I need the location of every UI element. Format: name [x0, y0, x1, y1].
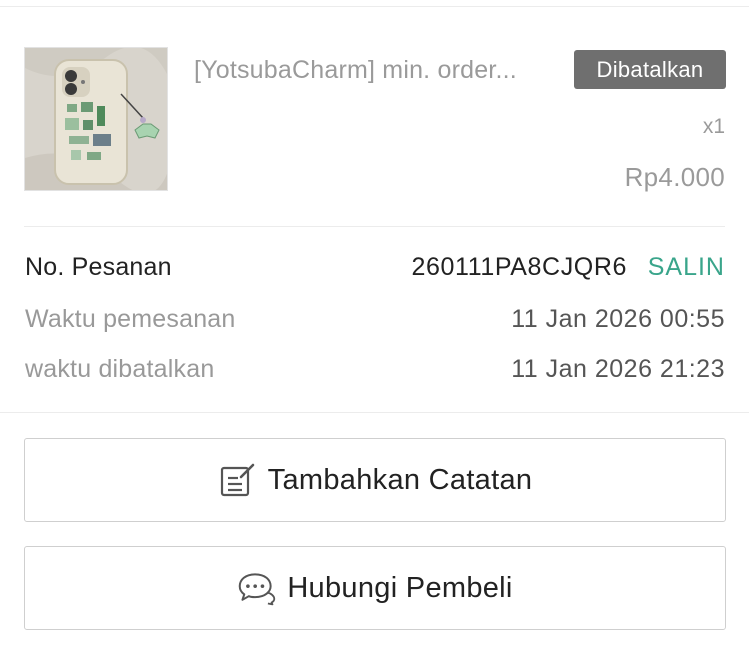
phone-case-image: [25, 48, 167, 190]
note-edit-icon: [218, 460, 258, 500]
order-number-row: No. Pesanan 260111PA8CJQR6 SALIN: [25, 253, 725, 287]
product-quantity: x1: [702, 115, 725, 138]
product-thumbnail[interactable]: [24, 47, 168, 191]
add-note-label: Tambahkan Catatan: [267, 463, 533, 496]
status-badge: Dibatalkan: [574, 50, 726, 89]
product-item[interactable]: [YotsubaCharm] min. order... Dibatalkan …: [0, 0, 749, 228]
product-price: Rp4.000: [624, 162, 725, 192]
order-number-label: No. Pesanan: [25, 253, 172, 281]
product-name[interactable]: [YotsubaCharm] min. order...: [194, 56, 566, 85]
order-time-value: 11 Jan 2026 00:55: [511, 305, 725, 333]
add-note-button[interactable]: Tambahkan Catatan: [24, 438, 726, 522]
order-time-label: Waktu pemesanan: [25, 305, 236, 333]
order-number-value: 260111PA8CJQR6: [411, 253, 627, 281]
order-time-row: Waktu pemesanan 11 Jan 2026 00:55: [25, 305, 725, 339]
cancel-time-row: waktu dibatalkan 11 Jan 2026 21:23: [25, 355, 725, 389]
contact-buyer-label: Hubungi Pembeli: [287, 571, 513, 604]
cancel-time-value: 11 Jan 2026 21:23: [511, 355, 725, 383]
copy-order-number-button[interactable]: SALIN: [648, 253, 725, 282]
chat-bubbles-icon: [237, 568, 277, 608]
section-divider: [24, 226, 725, 227]
contact-buyer-button[interactable]: Hubungi Pembeli: [24, 546, 726, 630]
cancel-time-label: waktu dibatalkan: [25, 355, 215, 383]
section-divider: [0, 412, 749, 413]
